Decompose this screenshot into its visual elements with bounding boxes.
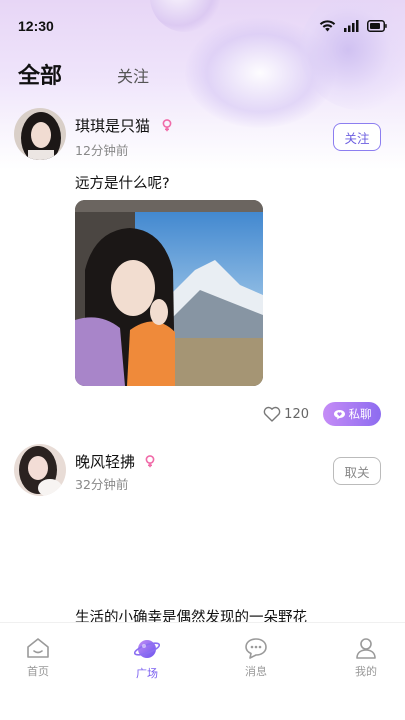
post-time: 32分钟前 [75,477,129,492]
post-text: 远方是什么呢? [75,176,170,192]
post-photo[interactable] [75,200,263,386]
like-count: 120 [284,406,309,422]
avatar[interactable] [14,444,66,496]
private-chat-label: 私聊 [348,407,372,421]
heart-icon[interactable] [263,406,281,422]
message-icon [245,638,267,659]
tab-follow[interactable]: 关注 [117,63,149,87]
nav-label-profile: 我的 [355,665,377,678]
nav-label-square: 广场 [136,667,158,680]
tab-all[interactable]: 全部 [18,58,62,90]
unfollow-button[interactable]: 取关 [333,457,381,485]
nav-item-profile[interactable]: 我的 [336,637,396,679]
post-actions: 120 私聊 [263,402,381,426]
nav-item-messages[interactable]: 消息 [226,637,286,679]
nav-item-square[interactable]: 广场 [117,637,177,681]
post-username[interactable]: 晚风轻拂 [75,451,135,472]
nav-label-messages: 消息 [245,665,267,678]
post-username[interactable]: 琪琪是只猫 [75,115,150,136]
status-time: 12:30 [18,18,54,34]
female-icon [145,455,155,468]
status-icons [319,19,387,32]
battery-icon [367,19,387,32]
chat-icon [333,409,345,419]
private-chat-button[interactable]: 私聊 [323,402,381,426]
signal-icon [344,19,359,32]
follow-button[interactable]: 关注 [333,123,381,151]
profile-icon [356,638,376,659]
avatar[interactable] [14,108,66,160]
home-icon [27,638,49,658]
nav-label-home: 首页 [27,665,49,678]
planet-icon [134,640,160,658]
female-icon [162,119,172,132]
post-time: 12分钟前 [75,143,129,158]
status-bar: 12:30 [0,0,405,52]
wifi-icon [319,20,336,32]
nav-item-home[interactable]: 首页 [8,637,68,679]
bottom-nav: 首页 广场 消息 我的 [0,622,405,720]
